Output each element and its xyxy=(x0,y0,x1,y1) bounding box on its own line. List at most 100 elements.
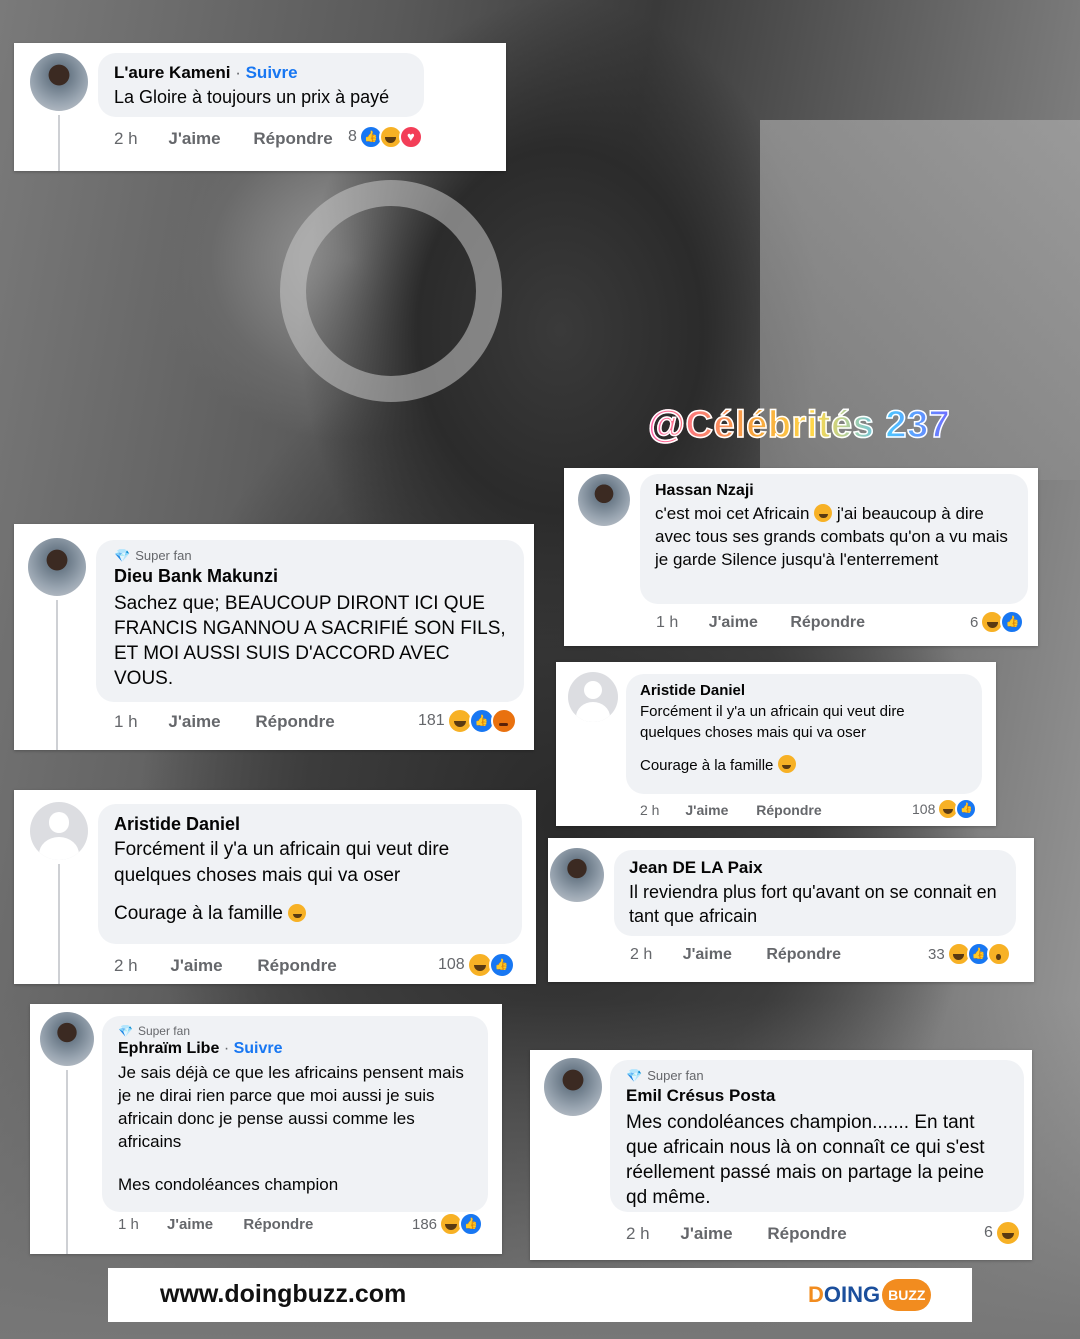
reactions-summary[interactable]: 108 xyxy=(438,952,515,978)
like-button[interactable]: J'aime xyxy=(683,946,732,964)
diamond-icon: 💎 xyxy=(626,1068,643,1083)
comment-bubble: Jean DE LA Paix Il reviendra plus fort q… xyxy=(614,850,1016,936)
comment-bubble: Hassan Nzaji c'est moi cet Africain j'ai… xyxy=(640,474,1028,604)
like-reaction-icon xyxy=(488,952,515,978)
doingbuzz-logo: D OING BUZZ xyxy=(808,1278,932,1312)
comment-text: c'est moi cet Africain j'ai beaucoup à d… xyxy=(655,504,1008,569)
reaction-count: 108 xyxy=(912,801,936,817)
author-name[interactable]: Jean DE LA Paix xyxy=(629,858,1001,878)
reactions-summary[interactable]: 108 xyxy=(912,798,978,820)
author-name[interactable]: Aristide Daniel xyxy=(640,682,968,699)
author-name[interactable]: Ephraïm Libe xyxy=(118,1040,219,1057)
author-name[interactable]: Aristide Daniel xyxy=(114,814,506,835)
like-button[interactable]: J'aime xyxy=(168,712,220,732)
comment-bubble: 💎 Super fan Ephraïm Libe · Suivre Je sais… xyxy=(102,1016,488,1212)
follow-button[interactable]: Suivre xyxy=(246,63,298,82)
reactions-summary[interactable]: 33 xyxy=(928,942,1011,966)
comment-text: Mes condoléances champion....... En tant… xyxy=(626,1112,985,1208)
like-button[interactable]: J'aime xyxy=(685,802,728,818)
comment-actions: 2 h J'aime Répondre xyxy=(114,129,333,149)
reaction-count: 181 xyxy=(418,712,445,729)
reply-button[interactable]: Répondre xyxy=(255,712,334,732)
reaction-count: 33 xyxy=(928,945,945,963)
reply-button[interactable]: Répondre xyxy=(766,946,841,964)
thread-line xyxy=(56,600,58,750)
haha-reaction-icon xyxy=(994,1220,1021,1246)
comment-text: Sachez que; BEAUCOUP DIRONT ICI QUE FRAN… xyxy=(114,593,506,689)
comment-bubble: 💎 Super fan Dieu Bank Makunzi Sachez que;… xyxy=(96,540,524,702)
reactions-summary[interactable]: 8 xyxy=(348,125,423,149)
reaction-count: 186 xyxy=(412,1215,438,1233)
watermark: @Célébrités 237 xyxy=(647,403,951,447)
avatar[interactable] xyxy=(30,53,88,111)
avatar[interactable] xyxy=(568,672,618,722)
diamond-icon: 💎 xyxy=(118,1024,133,1038)
super-fan-badge: 💎 Super fan xyxy=(114,548,192,563)
like-reaction-icon xyxy=(1000,610,1025,634)
comment-text: La Gloire à toujours un prix à payé xyxy=(114,87,390,107)
reactions-summary[interactable]: 6 xyxy=(984,1220,1021,1246)
comment-card: Jean DE LA Paix Il reviendra plus fort q… xyxy=(548,838,1034,982)
like-reaction-icon xyxy=(459,1212,484,1236)
timestamp[interactable]: 2 h xyxy=(114,129,138,149)
avatar[interactable] xyxy=(28,538,86,596)
reply-button[interactable]: Répondre xyxy=(253,129,332,149)
comment-actions: 2 h J'aime Répondre xyxy=(626,1224,847,1244)
love-reaction-icon xyxy=(398,125,423,149)
like-button[interactable]: J'aime xyxy=(167,1216,213,1233)
comment-card: 💎 Super fan Ephraïm Libe · Suivre Je sais… xyxy=(30,1004,502,1254)
angry-reaction-icon xyxy=(490,708,517,734)
diamond-icon: 💎 xyxy=(114,548,131,563)
reply-button[interactable]: Répondre xyxy=(257,956,336,976)
comment-actions: 1 h J'aime Répondre xyxy=(114,712,335,732)
author-name[interactable]: L'aure Kameni xyxy=(114,63,230,82)
reaction-count: 108 xyxy=(438,956,465,973)
comment-card: Aristide Daniel Forcément il y'a un afri… xyxy=(14,790,536,984)
comment-actions: 1 h J'aime Répondre xyxy=(656,614,865,632)
author-name[interactable]: Dieu Bank Makunzi xyxy=(114,566,506,587)
avatar[interactable] xyxy=(550,848,604,902)
avatar[interactable] xyxy=(544,1058,602,1116)
timestamp[interactable]: 2 h xyxy=(114,956,138,976)
background-logo-ring xyxy=(280,180,502,402)
timestamp[interactable]: 1 h xyxy=(656,614,678,632)
timestamp[interactable]: 1 h xyxy=(118,1216,139,1233)
like-button[interactable]: J'aime xyxy=(709,614,758,632)
reply-button[interactable]: Répondre xyxy=(243,1216,313,1233)
avatar[interactable] xyxy=(578,474,630,526)
comment-text: Forcément il y'a un africain qui veut di… xyxy=(114,839,450,886)
comment-text: Forcément il y'a un africain qui veut di… xyxy=(640,703,905,741)
comment-text: Je sais déjà ce que les africains pensen… xyxy=(118,1063,464,1151)
comment-actions: 1 h J'aime Répondre xyxy=(118,1216,313,1233)
thread-line xyxy=(58,115,60,171)
reactions-summary[interactable]: 181 xyxy=(418,708,517,734)
author-name[interactable]: Hassan Nzaji xyxy=(655,482,1013,500)
timestamp[interactable]: 2 h xyxy=(626,1224,650,1244)
like-button[interactable]: J'aime xyxy=(170,956,222,976)
like-reaction-icon xyxy=(955,798,978,820)
timestamp[interactable]: 1 h xyxy=(114,712,138,732)
thread-line xyxy=(66,1070,68,1254)
author-name[interactable]: Emil Crésus Posta xyxy=(626,1086,1008,1106)
like-button[interactable]: J'aime xyxy=(680,1224,732,1244)
reply-button[interactable]: Répondre xyxy=(790,614,865,632)
reactions-summary[interactable]: 186 xyxy=(412,1212,484,1236)
avatar[interactable] xyxy=(30,802,88,860)
comment-text-2: Mes condoléances champion xyxy=(118,1175,339,1194)
like-button[interactable]: J'aime xyxy=(168,129,220,149)
wow-reaction-icon xyxy=(986,942,1011,966)
reply-button[interactable]: Répondre xyxy=(756,802,821,818)
timestamp[interactable]: 2 h xyxy=(640,802,659,818)
timestamp[interactable]: 2 h xyxy=(630,946,652,964)
site-url[interactable]: www.doingbuzz.com xyxy=(160,1280,406,1309)
follow-button[interactable]: Suivre xyxy=(234,1040,283,1057)
comment-bubble: Aristide Daniel Forcément il y'a un afri… xyxy=(626,674,982,794)
comment-card: Hassan Nzaji c'est moi cet Africain j'ai… xyxy=(564,468,1038,646)
comment-card: Aristide Daniel Forcément il y'a un afri… xyxy=(556,662,996,826)
reactions-summary[interactable]: 6 xyxy=(970,610,1025,634)
comment-card: 💎 Super fan Dieu Bank Makunzi Sachez que;… xyxy=(14,524,534,750)
comment-bubble: Aristide Daniel Forcément il y'a un afri… xyxy=(98,804,522,944)
reply-button[interactable]: Répondre xyxy=(767,1224,846,1244)
comment-card: 💎 Super fan Emil Crésus Posta Mes condolé… xyxy=(530,1050,1032,1260)
avatar[interactable] xyxy=(40,1012,94,1066)
